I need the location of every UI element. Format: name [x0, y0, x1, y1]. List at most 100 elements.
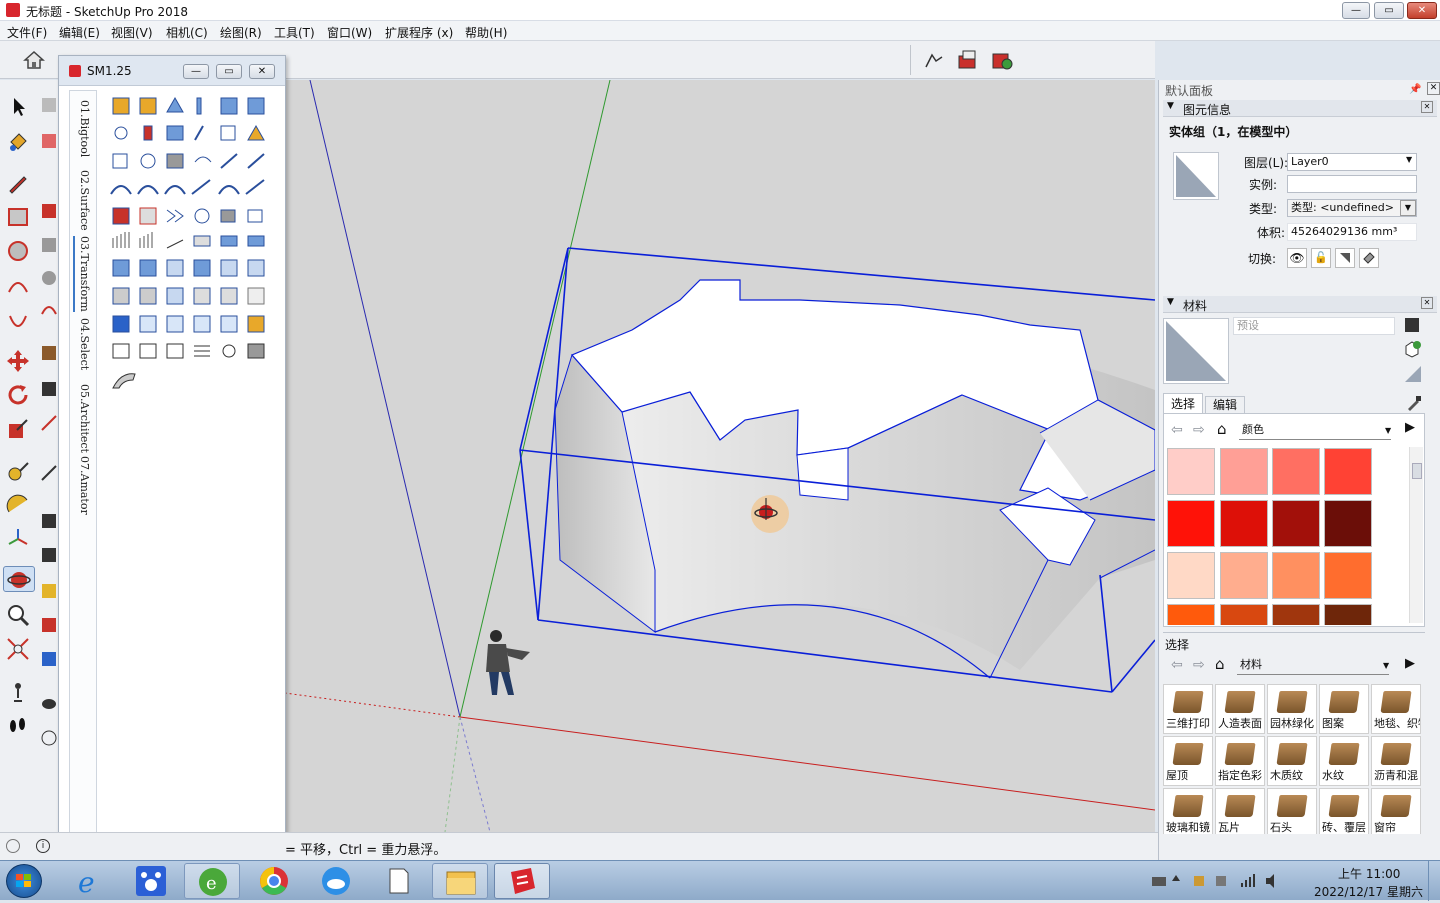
sm-tool-grid[interactable]: [105, 92, 275, 412]
system-tray-icons[interactable]: [1150, 871, 1300, 891]
lock-icon[interactable]: 🔓: [1311, 248, 1331, 268]
tool-column-2-icon[interactable]: [40, 94, 58, 746]
tray-close-button[interactable]: ✕: [1427, 82, 1440, 95]
color-swatch[interactable]: [1272, 552, 1320, 599]
sm-tab-amator[interactable]: 07.Amator: [73, 456, 91, 515]
sm-title-bar[interactable]: SM1.25 — ▭ ✕: [59, 56, 285, 86]
material-folder[interactable]: 窗帘: [1371, 788, 1421, 834]
pin-icon[interactable]: 📌: [1409, 84, 1421, 95]
select-arrow-icon[interactable]: [5, 94, 31, 120]
sm-tab-transform[interactable]: 03.Transform: [73, 236, 91, 312]
material-folder[interactable]: 玻璃和镜: [1163, 788, 1213, 834]
color-swatch[interactable]: [1220, 448, 1268, 495]
type-dropdown-icon[interactable]: ▼: [1400, 200, 1416, 216]
sm-tab-select[interactable]: 04.Select: [73, 318, 91, 370]
instance-input[interactable]: [1287, 175, 1417, 193]
color-swatch[interactable]: [1167, 500, 1215, 547]
menu-camera[interactable]: 相机(C): [166, 24, 208, 41]
tape-measure-icon[interactable]: [5, 458, 31, 484]
ie-browser-icon[interactable]: e: [64, 863, 120, 899]
create-material-icon[interactable]: [1403, 340, 1421, 358]
extension-manager-icon[interactable]: [990, 48, 1014, 72]
sm-minimize-button[interactable]: —: [183, 64, 209, 79]
sketchup-taskbar-icon[interactable]: [494, 863, 550, 899]
material-folder[interactable]: 指定色彩: [1215, 736, 1265, 786]
back-arrow-icon[interactable]: ⇦: [1171, 657, 1183, 673]
sm-close-button[interactable]: ✕: [249, 64, 275, 79]
pencil-icon[interactable]: [5, 170, 31, 196]
details-arrow-icon[interactable]: ▶: [1405, 656, 1415, 671]
axes-icon[interactable]: [5, 526, 31, 552]
color-swatch[interactable]: [1167, 604, 1215, 625]
color-swatch[interactable]: [1167, 552, 1215, 599]
maximize-button[interactable]: ▭: [1374, 2, 1404, 19]
menu-file[interactable]: 文件(F): [7, 24, 47, 41]
back-arrow-icon[interactable]: ⇦: [1171, 422, 1183, 438]
library-select-colors[interactable]: 颜色: [1239, 422, 1391, 440]
forward-arrow-icon[interactable]: ⇨: [1193, 422, 1205, 438]
warehouse-home-icon[interactable]: [22, 48, 46, 72]
zoom-icon[interactable]: [5, 602, 31, 628]
details-arrow-icon[interactable]: ▶: [1405, 420, 1415, 435]
color-swatch[interactable]: [1220, 604, 1268, 625]
baidu-icon[interactable]: [124, 863, 180, 899]
material-folder[interactable]: 木质纹: [1267, 736, 1317, 786]
material-folder[interactable]: 瓦片: [1215, 788, 1265, 834]
tab-select[interactable]: 选择: [1163, 393, 1203, 413]
cloud-app-icon[interactable]: [308, 863, 364, 899]
color-swatch[interactable]: [1167, 448, 1215, 495]
color-swatch[interactable]: [1324, 552, 1372, 599]
library-dropdown-icon[interactable]: ▼: [1385, 426, 1391, 435]
chrome-icon[interactable]: [246, 863, 302, 899]
menu-tools[interactable]: 工具(T): [274, 24, 315, 41]
color-swatch[interactable]: [1272, 448, 1320, 495]
orbit-icon[interactable]: [3, 566, 35, 592]
display-secondary-icon[interactable]: [1405, 318, 1419, 332]
extension-warehouse-icon[interactable]: [956, 48, 980, 72]
color-swatch[interactable]: [1324, 500, 1372, 547]
menu-view[interactable]: 视图(V): [111, 24, 153, 41]
rectangle-icon[interactable]: [5, 204, 31, 230]
material-folder[interactable]: 沥青和混: [1371, 736, 1421, 786]
rotate-icon[interactable]: [5, 382, 31, 408]
offset-icon[interactable]: [5, 306, 31, 332]
color-swatch[interactable]: [1220, 552, 1268, 599]
sm-tab-architect[interactable]: 05.Architect: [73, 384, 91, 453]
color-swatch[interactable]: [1324, 604, 1372, 625]
type-select[interactable]: 类型: <undefined>: [1287, 199, 1417, 217]
material-name-input[interactable]: 预设: [1233, 317, 1395, 335]
color-swatch[interactable]: [1272, 604, 1320, 625]
geo-location-icon[interactable]: [6, 839, 20, 853]
forward-arrow-icon[interactable]: ⇨: [1193, 657, 1205, 673]
library-dropdown-icon[interactable]: ▼: [1383, 661, 1389, 670]
layer-dropdown-icon[interactable]: ▼: [1406, 155, 1412, 164]
menu-extensions[interactable]: 扩展程序 (x): [385, 24, 453, 41]
receive-shadows-icon[interactable]: [1335, 248, 1355, 268]
library-select-materials[interactable]: 材料: [1237, 657, 1389, 675]
protractor-icon[interactable]: [5, 492, 31, 518]
arc-icon[interactable]: [5, 272, 31, 298]
entity-info-close-button[interactable]: ✕: [1421, 101, 1433, 113]
home-icon[interactable]: ⌂: [1215, 655, 1225, 673]
material-folder[interactable]: 图案: [1319, 684, 1369, 734]
explorer-folder-icon[interactable]: [432, 863, 488, 899]
color-swatch[interactable]: [1272, 500, 1320, 547]
walk-icon[interactable]: [5, 712, 31, 738]
material-preview[interactable]: [1173, 152, 1219, 200]
sm-tab-surface[interactable]: 02.Surface: [73, 170, 91, 231]
browser-green-icon[interactable]: e: [184, 863, 240, 899]
material-folder[interactable]: 石头: [1267, 788, 1317, 834]
show-desktop-button[interactable]: [1428, 861, 1440, 901]
material-folder[interactable]: 地毯、织物: [1371, 684, 1421, 734]
material-folder[interactable]: 水纹: [1319, 736, 1369, 786]
move-icon[interactable]: [5, 348, 31, 374]
position-camera-icon[interactable]: [5, 678, 31, 704]
start-button[interactable]: [6, 864, 42, 898]
sample-paint-icon[interactable]: [1405, 394, 1423, 412]
entity-info-header[interactable]: ▼ 图元信息 ✕: [1163, 100, 1437, 117]
default-material-icon[interactable]: [1403, 364, 1423, 384]
materials-close-button[interactable]: ✕: [1421, 297, 1433, 309]
material-folder[interactable]: 人造表面: [1215, 684, 1265, 734]
zoom-extents-icon[interactable]: [5, 636, 31, 662]
color-swatch[interactable]: [1324, 448, 1372, 495]
